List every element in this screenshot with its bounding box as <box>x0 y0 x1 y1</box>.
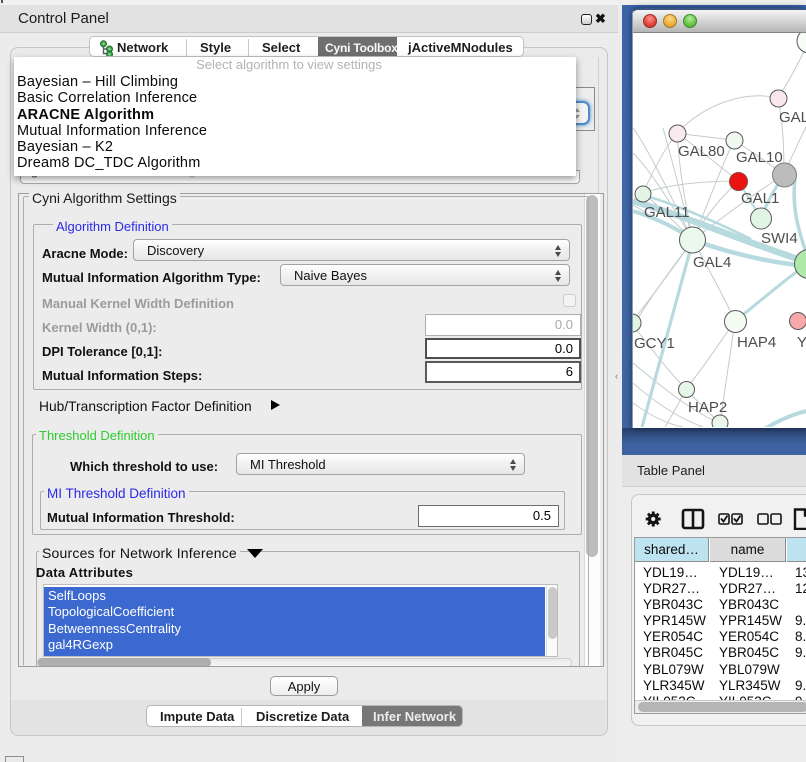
svg-text:SWI4: SWI4 <box>761 230 798 247</box>
svg-text:GAL11: GAL11 <box>644 204 690 221</box>
svg-text:YD: YD <box>797 334 806 351</box>
svg-text:GCY1: GCY1 <box>634 335 675 352</box>
svg-text:GAL4: GAL4 <box>693 254 731 271</box>
svg-text:HAP4: HAP4 <box>737 334 776 351</box>
svg-text:GAL80: GAL80 <box>678 143 725 160</box>
svg-text:GAL1: GAL1 <box>741 190 779 207</box>
svg-text:HAP2: HAP2 <box>688 399 727 416</box>
svg-text:GAL2: GAL2 <box>779 109 806 126</box>
svg-text:GAL10: GAL10 <box>736 149 783 166</box>
